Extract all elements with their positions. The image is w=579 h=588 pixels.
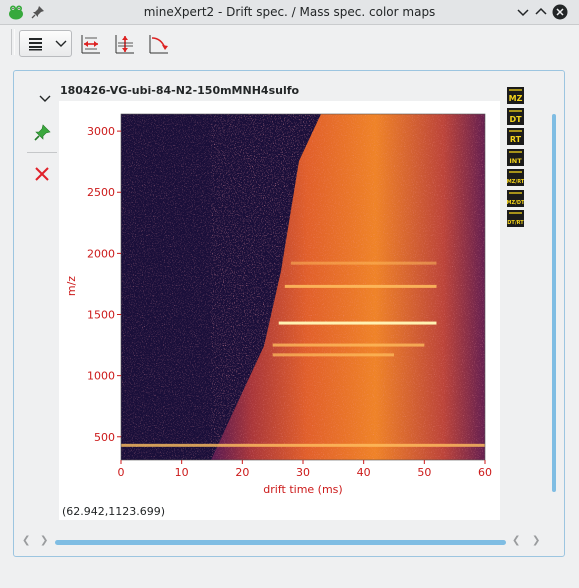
close-window-button[interactable] — [552, 4, 568, 20]
side-plot-button-mz-dt[interactable]: MZ/DT — [507, 189, 524, 207]
y-axis: 3000 2500 2000 1500 1000 500 — [87, 125, 121, 444]
x-tick-label: 40 — [357, 466, 371, 479]
intensity-band — [284, 284, 437, 288]
x-tick-label: 20 — [235, 466, 249, 479]
x-axis: 0 10 20 30 40 50 60 — [118, 460, 492, 479]
scroll-right-end-icon[interactable]: ❯ — [532, 535, 540, 546]
x-tick-label: 60 — [478, 466, 492, 479]
horizontal-scrollbar[interactable] — [55, 540, 506, 545]
main-menu-button[interactable] — [19, 30, 72, 57]
x-tick-label: 10 — [175, 466, 189, 479]
side-plot-button-label: DT — [509, 115, 522, 124]
cursor-coordinates: (62.942,1123.699) — [62, 505, 166, 518]
close-plot-icon[interactable] — [34, 166, 50, 182]
side-plot-button-dt[interactable]: DT — [507, 107, 524, 125]
x-axis-label: drift time (ms) — [263, 483, 342, 496]
scroll-left-end-icon[interactable]: ❮ — [512, 535, 520, 546]
toolbar-separator — [11, 29, 15, 55]
vertical-scrollbar[interactable] — [552, 114, 556, 492]
vertical-scale-icon[interactable] — [113, 33, 135, 55]
side-plot-button-label: MZ — [509, 94, 523, 103]
color-map-plot[interactable]: 0 10 20 30 40 50 60 3000 2500 2000 1500 1000 500 dr… — [59, 101, 500, 520]
y-tick-label: 2000 — [87, 247, 115, 260]
side-plot-button-mz[interactable]: MZ — [507, 87, 524, 104]
y-tick-label: 1500 — [87, 309, 115, 322]
hamburger-icon — [29, 38, 42, 51]
side-plot-button-dt-rt[interactable]: DT/RT — [507, 210, 524, 227]
side-plot-button-label: MZ/RT — [507, 179, 524, 185]
intensity-band — [272, 353, 394, 357]
side-plot-button-label: RT — [510, 135, 522, 144]
x-tick-label: 0 — [118, 466, 125, 479]
y-tick-label: 500 — [94, 431, 115, 444]
intensity-band — [272, 343, 425, 347]
horizontal-scale-icon[interactable] — [79, 33, 101, 55]
maximize-button[interactable] — [533, 4, 549, 20]
heatmap — [121, 114, 485, 460]
y-tick-label: 1000 — [87, 370, 115, 383]
side-separator — [27, 152, 57, 153]
side-plot-button-mz-rt[interactable]: MZ/RT — [507, 169, 524, 186]
reset-zoom-icon[interactable] — [147, 33, 169, 55]
side-plot-button-rt[interactable]: RT — [507, 128, 524, 145]
chevron-down-icon — [55, 40, 67, 47]
side-plot-button-label: INT — [509, 157, 522, 165]
intensity-band — [278, 321, 437, 325]
y-tick-label: 2500 — [87, 186, 115, 199]
x-tick-label: 50 — [417, 466, 431, 479]
collapse-chevron-icon[interactable] — [39, 94, 51, 104]
side-plot-button-label: MZ/DT — [507, 200, 524, 206]
scroll-left-icon[interactable]: ❮ — [22, 535, 30, 546]
window-title: mineXpert2 - Drift spec. / Mass spec. co… — [143, 5, 436, 19]
side-plot-button-label: DT/RT — [507, 220, 524, 226]
y-axis-label: m/z — [65, 276, 78, 296]
pin-plot-icon[interactable] — [33, 124, 51, 142]
minimize-button[interactable] — [515, 4, 531, 20]
intensity-band — [121, 443, 485, 447]
plot-title: 180426-VG-ubi-84-N2-150mMNH4sulfo — [60, 84, 300, 97]
y-tick-label: 3000 — [87, 125, 115, 138]
x-tick-label: 30 — [296, 466, 310, 479]
scroll-right-icon[interactable]: ❯ — [40, 535, 48, 546]
intensity-band — [290, 261, 437, 265]
side-plot-button-int[interactable]: INT — [507, 148, 524, 166]
